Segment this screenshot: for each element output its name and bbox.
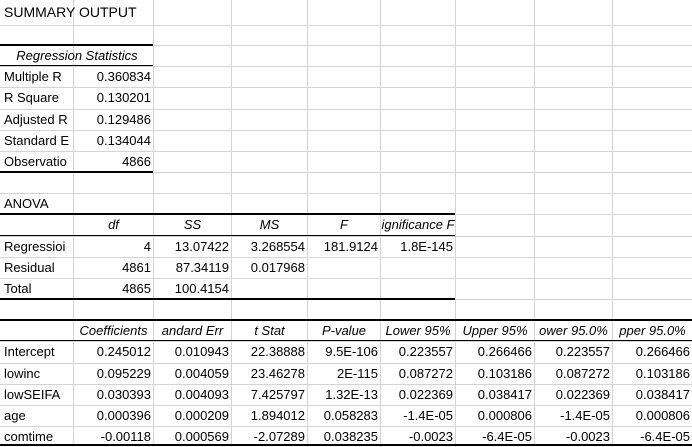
coefficient-row-label[interactable]: age [1,405,73,426]
coefficients-header-cell[interactable]: andard Err [154,320,231,341]
coefficient-cell[interactable]: 0.095229 [74,363,153,384]
regression-statistics-header[interactable]: Regression Statistics [1,45,153,66]
coefficient-cell[interactable]: 0.058283 [308,405,380,426]
regression-stat-value[interactable]: 0.134044 [74,130,153,152]
regression-stat-value[interactable]: 0.130201 [74,87,153,109]
regression-stat-label[interactable]: Adjusted R [1,109,73,130]
coefficient-cell[interactable]: 0.245012 [74,341,153,363]
anova-cell[interactable] [381,278,455,299]
anova-cell[interactable]: 181.9124 [308,236,380,257]
coefficients-header-cell[interactable]: Lower 95% [381,320,455,341]
coefficient-cell[interactable]: 0.103186 [613,363,692,384]
coefficient-cell[interactable]: 0.000209 [154,405,231,426]
coefficients-header-cell[interactable]: Coefficients [74,320,153,341]
regression-stat-value[interactable]: 0.360834 [74,66,153,88]
anova-row-label[interactable]: Regressioi [1,236,73,257]
regression-stat-label[interactable]: Observatio [1,151,73,172]
coefficient-cell[interactable]: -1.4E-05 [535,405,612,426]
coefficient-cell[interactable]: 0.266466 [613,341,692,363]
anova-row-label[interactable]: Total [1,278,73,299]
coefficient-cell[interactable]: 0.000806 [613,405,692,426]
coefficient-cell[interactable]: 0.030393 [74,384,153,405]
regression-stat-label[interactable]: R Square [1,87,73,109]
coefficient-cell[interactable]: 0.038417 [613,384,692,405]
coefficient-cell[interactable]: 0.010943 [154,341,231,363]
coefficient-cell[interactable]: 0.038417 [456,384,534,405]
coefficient-row-label[interactable]: lowinc [1,363,73,384]
coefficient-cell[interactable]: 0.000806 [456,405,534,426]
regression-stat-label[interactable]: Standard E [1,130,73,152]
coefficient-cell[interactable]: 1.894012 [232,405,307,426]
coefficient-cell[interactable]: 9.5E-106 [308,341,380,363]
coefficients-header-cell[interactable]: ower 95.0% [535,320,612,341]
coefficient-cell[interactable]: 0.022369 [535,384,612,405]
anova-cell[interactable]: 1.8E-145 [381,236,455,257]
coefficients-header-cell[interactable]: Upper 95% [456,320,534,341]
coefficient-cell[interactable]: 0.000396 [74,405,153,426]
anova-header-cell[interactable]: F [308,214,380,236]
anova-header-cell[interactable]: MS [232,214,307,236]
anova-cell[interactable]: 3.268554 [232,236,307,257]
coefficient-cell[interactable]: 0.223557 [535,341,612,363]
regression-stat-value[interactable]: 0.129486 [74,109,153,130]
coefficient-cell[interactable]: -1.4E-05 [381,405,455,426]
anova-cell[interactable]: 0.017968 [232,257,307,278]
regression-stat-value[interactable]: 4866 [74,151,153,172]
anova-cell[interactable]: 87.34119 [154,257,231,278]
coefficient-cell[interactable]: 2E-115 [308,363,380,384]
anova-cell[interactable] [308,257,380,278]
coefficient-row-label[interactable]: Intercept [1,341,73,363]
grid-line [0,24,692,26]
coefficient-row-label[interactable]: lowSEIFA [1,384,73,405]
anova-header-cell[interactable]: SS [154,214,231,236]
anova-cell[interactable]: 13.07422 [154,236,231,257]
anova-header-cell[interactable]: df [74,214,153,236]
coefficient-cell[interactable]: 0.087272 [381,363,455,384]
anova-row-label[interactable]: Residual [1,257,73,278]
anova-cell[interactable]: 100.4154 [154,278,231,299]
anova-title[interactable]: ANOVA [1,193,73,215]
coefficient-cell[interactable]: 0.004093 [154,384,231,405]
coefficient-cell[interactable]: 22.38888 [232,341,307,363]
coefficient-cell[interactable]: 0.004059 [154,363,231,384]
coefficient-cell[interactable]: 0.022369 [381,384,455,405]
table-rule [0,171,153,173]
regression-stat-label[interactable]: Multiple R [1,66,73,88]
anova-cell[interactable]: 4 [74,236,153,257]
anova-cell[interactable] [232,278,307,299]
coefficient-cell[interactable]: 0.103186 [456,363,534,384]
coefficient-cell[interactable]: 0.087272 [535,363,612,384]
anova-cell[interactable] [381,257,455,278]
coefficients-header-cell[interactable]: P-value [308,320,380,341]
table-rule [0,298,455,300]
coefficients-header-cell[interactable]: t Stat [232,320,307,341]
coefficient-cell[interactable]: 0.266466 [456,341,534,363]
grid-line [0,192,692,194]
anova-cell[interactable]: 4865 [74,278,153,299]
anova-cell[interactable] [308,278,380,299]
anova-cell[interactable]: 4861 [74,257,153,278]
coefficient-cell[interactable]: 1.32E-13 [308,384,380,405]
table-rule [0,444,692,446]
coefficient-cell[interactable]: 23.46278 [232,363,307,384]
anova-header-cell[interactable]: ignificance F [381,214,455,236]
coefficient-cell[interactable]: 0.223557 [381,341,455,363]
coefficients-header-cell[interactable]: pper 95.0% [613,320,692,341]
summary-title[interactable]: SUMMARY OUTPUT [1,0,153,25]
coefficient-cell[interactable]: 7.425797 [232,384,307,405]
